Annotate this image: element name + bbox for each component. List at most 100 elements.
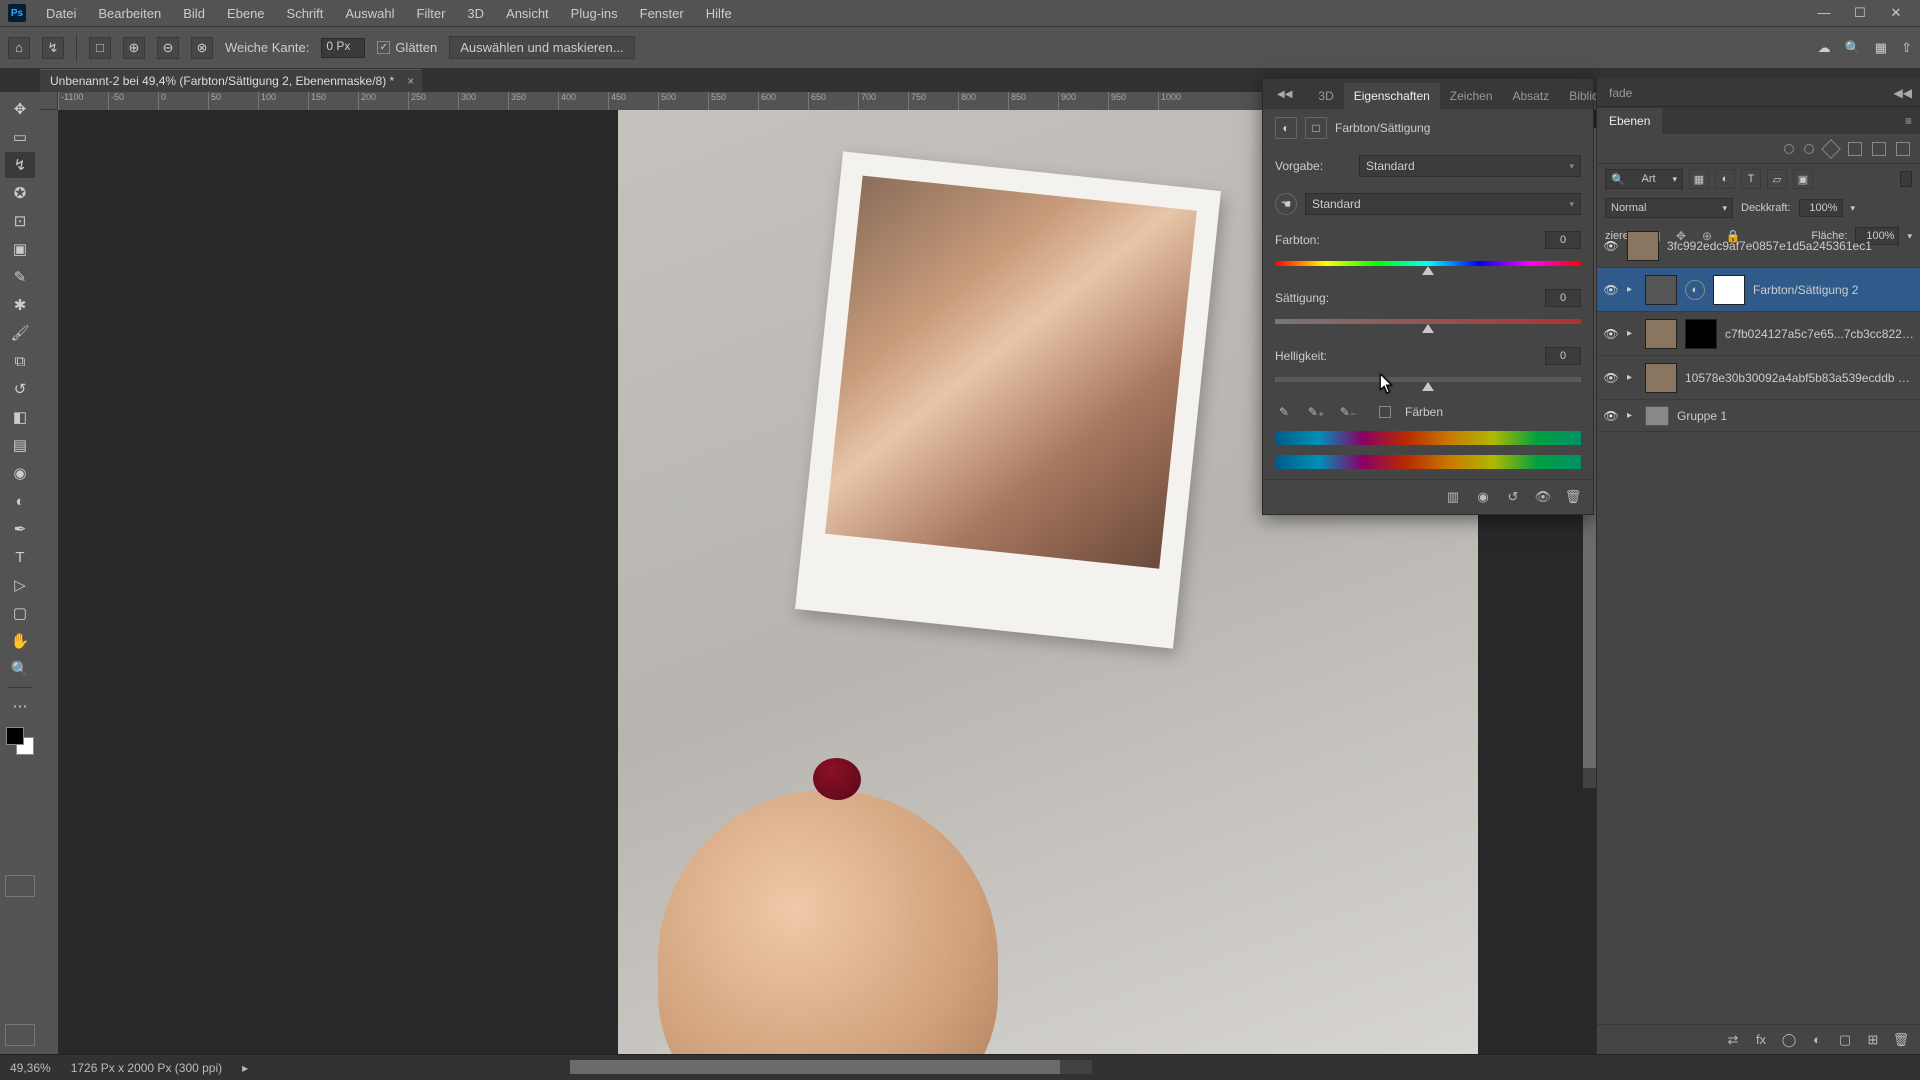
visibility-icon[interactable]: 👁	[1603, 283, 1619, 297]
screen-mode[interactable]	[5, 1024, 35, 1046]
dodge-tool[interactable]: ◐	[5, 488, 35, 514]
status-expand-icon[interactable]: ▸	[242, 1061, 248, 1075]
antialias-checkbox[interactable]: ✓Glätten	[377, 40, 437, 55]
filter-type-icon[interactable]: T	[1741, 169, 1761, 189]
marquee-tool[interactable]: ▭	[5, 124, 35, 150]
close-tab-icon[interactable]: ×	[407, 74, 414, 88]
tab-pfade[interactable]: fade	[1597, 80, 1644, 106]
tab-eigenschaften[interactable]: Eigenschaften	[1344, 83, 1440, 109]
menu-schrift[interactable]: Schrift	[277, 2, 334, 25]
expand-icon[interactable]: ▸	[1627, 410, 1637, 421]
opacity-input[interactable]: 100%	[1799, 199, 1843, 217]
visibility-icon[interactable]: 👁	[1603, 409, 1619, 423]
layer-thumbnail[interactable]	[1627, 231, 1659, 261]
menu-filter[interactable]: Filter	[407, 2, 456, 25]
eyedropper-tool[interactable]: ✎	[5, 264, 35, 290]
tab-ebenen[interactable]: Ebenen	[1597, 108, 1662, 134]
panel-collapse-icon[interactable]: ◀◀	[1267, 83, 1302, 106]
panel-collapse-icon[interactable]: ◀◀	[1886, 80, 1920, 106]
zoom-level[interactable]: 49,36%	[10, 1061, 51, 1075]
eyedropper-set-icon[interactable]: ✎	[1275, 403, 1293, 421]
panel-menu-icon[interactable]: ≡	[1897, 108, 1920, 134]
selection-intersect-icon[interactable]: ⊗	[191, 37, 213, 59]
layer-fx-icon[interactable]: fx	[1752, 1031, 1770, 1049]
blur-tool[interactable]: ◉	[5, 460, 35, 486]
menu-3d[interactable]: 3D	[457, 2, 494, 25]
filter-adjust-icon[interactable]: ◐	[1715, 169, 1735, 189]
menu-plugins[interactable]: Plug-ins	[561, 2, 628, 25]
layer-thumbnail[interactable]	[1645, 275, 1677, 305]
view-previous-icon[interactable]: ◉	[1473, 488, 1493, 506]
expand-icon[interactable]: ▸	[1627, 328, 1637, 339]
frame-tool[interactable]: ▣	[5, 236, 35, 262]
clip-to-layer-icon[interactable]: ▥	[1443, 488, 1463, 506]
search-icon[interactable]: 🔍	[1845, 40, 1861, 56]
filter-pixel-icon[interactable]: ▦	[1689, 169, 1709, 189]
feather-input[interactable]: 0 Px	[321, 38, 365, 58]
visibility-icon[interactable]: 👁	[1603, 327, 1619, 341]
targeted-adjust-icon[interactable]: ☚	[1275, 193, 1297, 215]
workspace-icon[interactable]: ▦	[1875, 40, 1887, 56]
expand-icon[interactable]: ▸	[1627, 372, 1637, 383]
selection-add-icon[interactable]: ⊕	[123, 37, 145, 59]
snapshot-icon[interactable]	[1848, 142, 1862, 156]
window-minimize[interactable]: ―	[1810, 5, 1838, 21]
menu-ebene[interactable]: Ebene	[217, 2, 275, 25]
new-layer-icon[interactable]: ⊞	[1864, 1031, 1882, 1049]
snapshot-icon[interactable]	[1804, 144, 1814, 154]
snapshot-icon[interactable]	[1784, 144, 1794, 154]
layer-filter-select[interactable]: 🔍Art▾	[1605, 169, 1683, 189]
layer-group-row[interactable]: 👁 ▸ Gruppe 1	[1597, 400, 1920, 432]
lasso-tool[interactable]: ↯	[5, 152, 35, 178]
zoom-tool[interactable]: 🔍	[5, 656, 35, 682]
selection-subtract-icon[interactable]: ⊖	[157, 37, 179, 59]
menu-fenster[interactable]: Fenster	[630, 2, 694, 25]
path-select-tool[interactable]: ▷	[5, 572, 35, 598]
crop-tool[interactable]: ⊡	[5, 208, 35, 234]
stamp-tool[interactable]: ⧉	[5, 348, 35, 374]
shape-tool[interactable]: ▢	[5, 600, 35, 626]
new-group-icon[interactable]: ▢	[1836, 1031, 1854, 1049]
layer-row[interactable]: 👁 ▸ 10578e30b30092a4abf5b83a539ecddb Kop…	[1597, 356, 1920, 400]
heal-tool[interactable]: ✱	[5, 292, 35, 318]
new-adjustment-icon[interactable]: ◐	[1808, 1031, 1826, 1049]
snapshot-icon[interactable]	[1896, 142, 1910, 156]
layer-mask[interactable]	[1685, 319, 1717, 349]
color-swatches[interactable]	[6, 727, 34, 755]
gradient-tool[interactable]: ▤	[5, 432, 35, 458]
colorize-checkbox[interactable]	[1379, 406, 1391, 418]
menu-datei[interactable]: Datei	[36, 2, 86, 25]
selection-new-icon[interactable]: □	[89, 37, 111, 59]
tab-3d[interactable]: 3D	[1308, 83, 1343, 109]
select-and-mask-button[interactable]: Auswählen und maskieren...	[449, 36, 634, 59]
doc-info[interactable]: 1726 Px x 2000 Px (300 ppi)	[71, 1061, 222, 1075]
layer-name[interactable]: c7fb024127a5c7e65...7cb3cc82234 Kopie	[1725, 327, 1914, 341]
history-brush-tool[interactable]: ↺	[5, 376, 35, 402]
saturation-slider[interactable]	[1275, 313, 1581, 331]
filter-smart-icon[interactable]: ▣	[1793, 169, 1813, 189]
menu-hilfe[interactable]: Hilfe	[696, 2, 742, 25]
window-close[interactable]: ✕	[1882, 5, 1910, 21]
layer-name[interactable]: 10578e30b30092a4abf5b83a539ecddb Kopie	[1685, 371, 1914, 385]
edit-toolbar[interactable]: ⋯	[5, 693, 35, 719]
quick-mask[interactable]	[5, 875, 35, 897]
layer-row[interactable]: 👁 ▸ c7fb024127a5c7e65...7cb3cc82234 Kopi…	[1597, 312, 1920, 356]
share-icon[interactable]: ⇧	[1901, 40, 1912, 56]
layer-name[interactable]: Farbton/Sättigung 2	[1753, 283, 1914, 297]
cloud-docs-icon[interactable]: ☁	[1818, 40, 1831, 56]
menu-bearbeiten[interactable]: Bearbeiten	[88, 2, 171, 25]
eraser-tool[interactable]: ◧	[5, 404, 35, 430]
home-icon[interactable]: ⌂	[8, 37, 30, 59]
ruler-origin[interactable]	[40, 92, 58, 110]
menu-ansicht[interactable]: Ansicht	[496, 2, 559, 25]
move-tool[interactable]: ✥	[5, 96, 35, 122]
layer-thumbnail[interactable]	[1645, 319, 1677, 349]
hue-value[interactable]: 0	[1545, 231, 1581, 249]
menu-auswahl[interactable]: Auswahl	[335, 2, 404, 25]
visibility-icon[interactable]: 👁	[1603, 239, 1619, 253]
tab-zeichen[interactable]: Zeichen	[1440, 83, 1503, 109]
filter-toggle[interactable]	[1900, 171, 1912, 187]
saturation-value[interactable]: 0	[1545, 289, 1581, 307]
lightness-slider[interactable]	[1275, 371, 1581, 389]
layer-thumbnail[interactable]	[1645, 363, 1677, 393]
